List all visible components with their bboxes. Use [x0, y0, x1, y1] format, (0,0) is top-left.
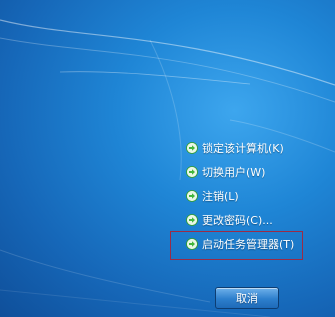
change-password-label: 更改密码(C)... — [202, 214, 273, 227]
green-arrow-icon — [186, 214, 198, 226]
change-password-option[interactable]: 更改密码(C)... — [186, 208, 335, 232]
lock-computer-option[interactable]: 锁定该计算机(K) — [186, 136, 335, 160]
green-arrow-icon — [186, 190, 198, 202]
security-options-menu: 锁定该计算机(K) 切换用户(W) 注销(L) 更改密码(C)... 启动任务管… — [186, 136, 335, 256]
log-off-label: 注销(L) — [202, 190, 239, 203]
cancel-button-label: 取消 — [236, 292, 258, 305]
start-task-manager-label: 启动任务管理器(T) — [202, 238, 295, 251]
green-arrow-icon — [186, 142, 198, 154]
switch-user-option[interactable]: 切换用户(W) — [186, 160, 335, 184]
cancel-button[interactable]: 取消 — [215, 287, 279, 309]
log-off-option[interactable]: 注销(L) — [186, 184, 335, 208]
green-arrow-icon — [186, 166, 198, 178]
lock-computer-label: 锁定该计算机(K) — [202, 142, 284, 155]
switch-user-label: 切换用户(W) — [202, 166, 266, 179]
start-task-manager-option[interactable]: 启动任务管理器(T) — [186, 232, 335, 256]
security-options-screen: 锁定该计算机(K) 切换用户(W) 注销(L) 更改密码(C)... 启动任务管… — [0, 0, 335, 317]
green-arrow-icon — [186, 238, 198, 250]
